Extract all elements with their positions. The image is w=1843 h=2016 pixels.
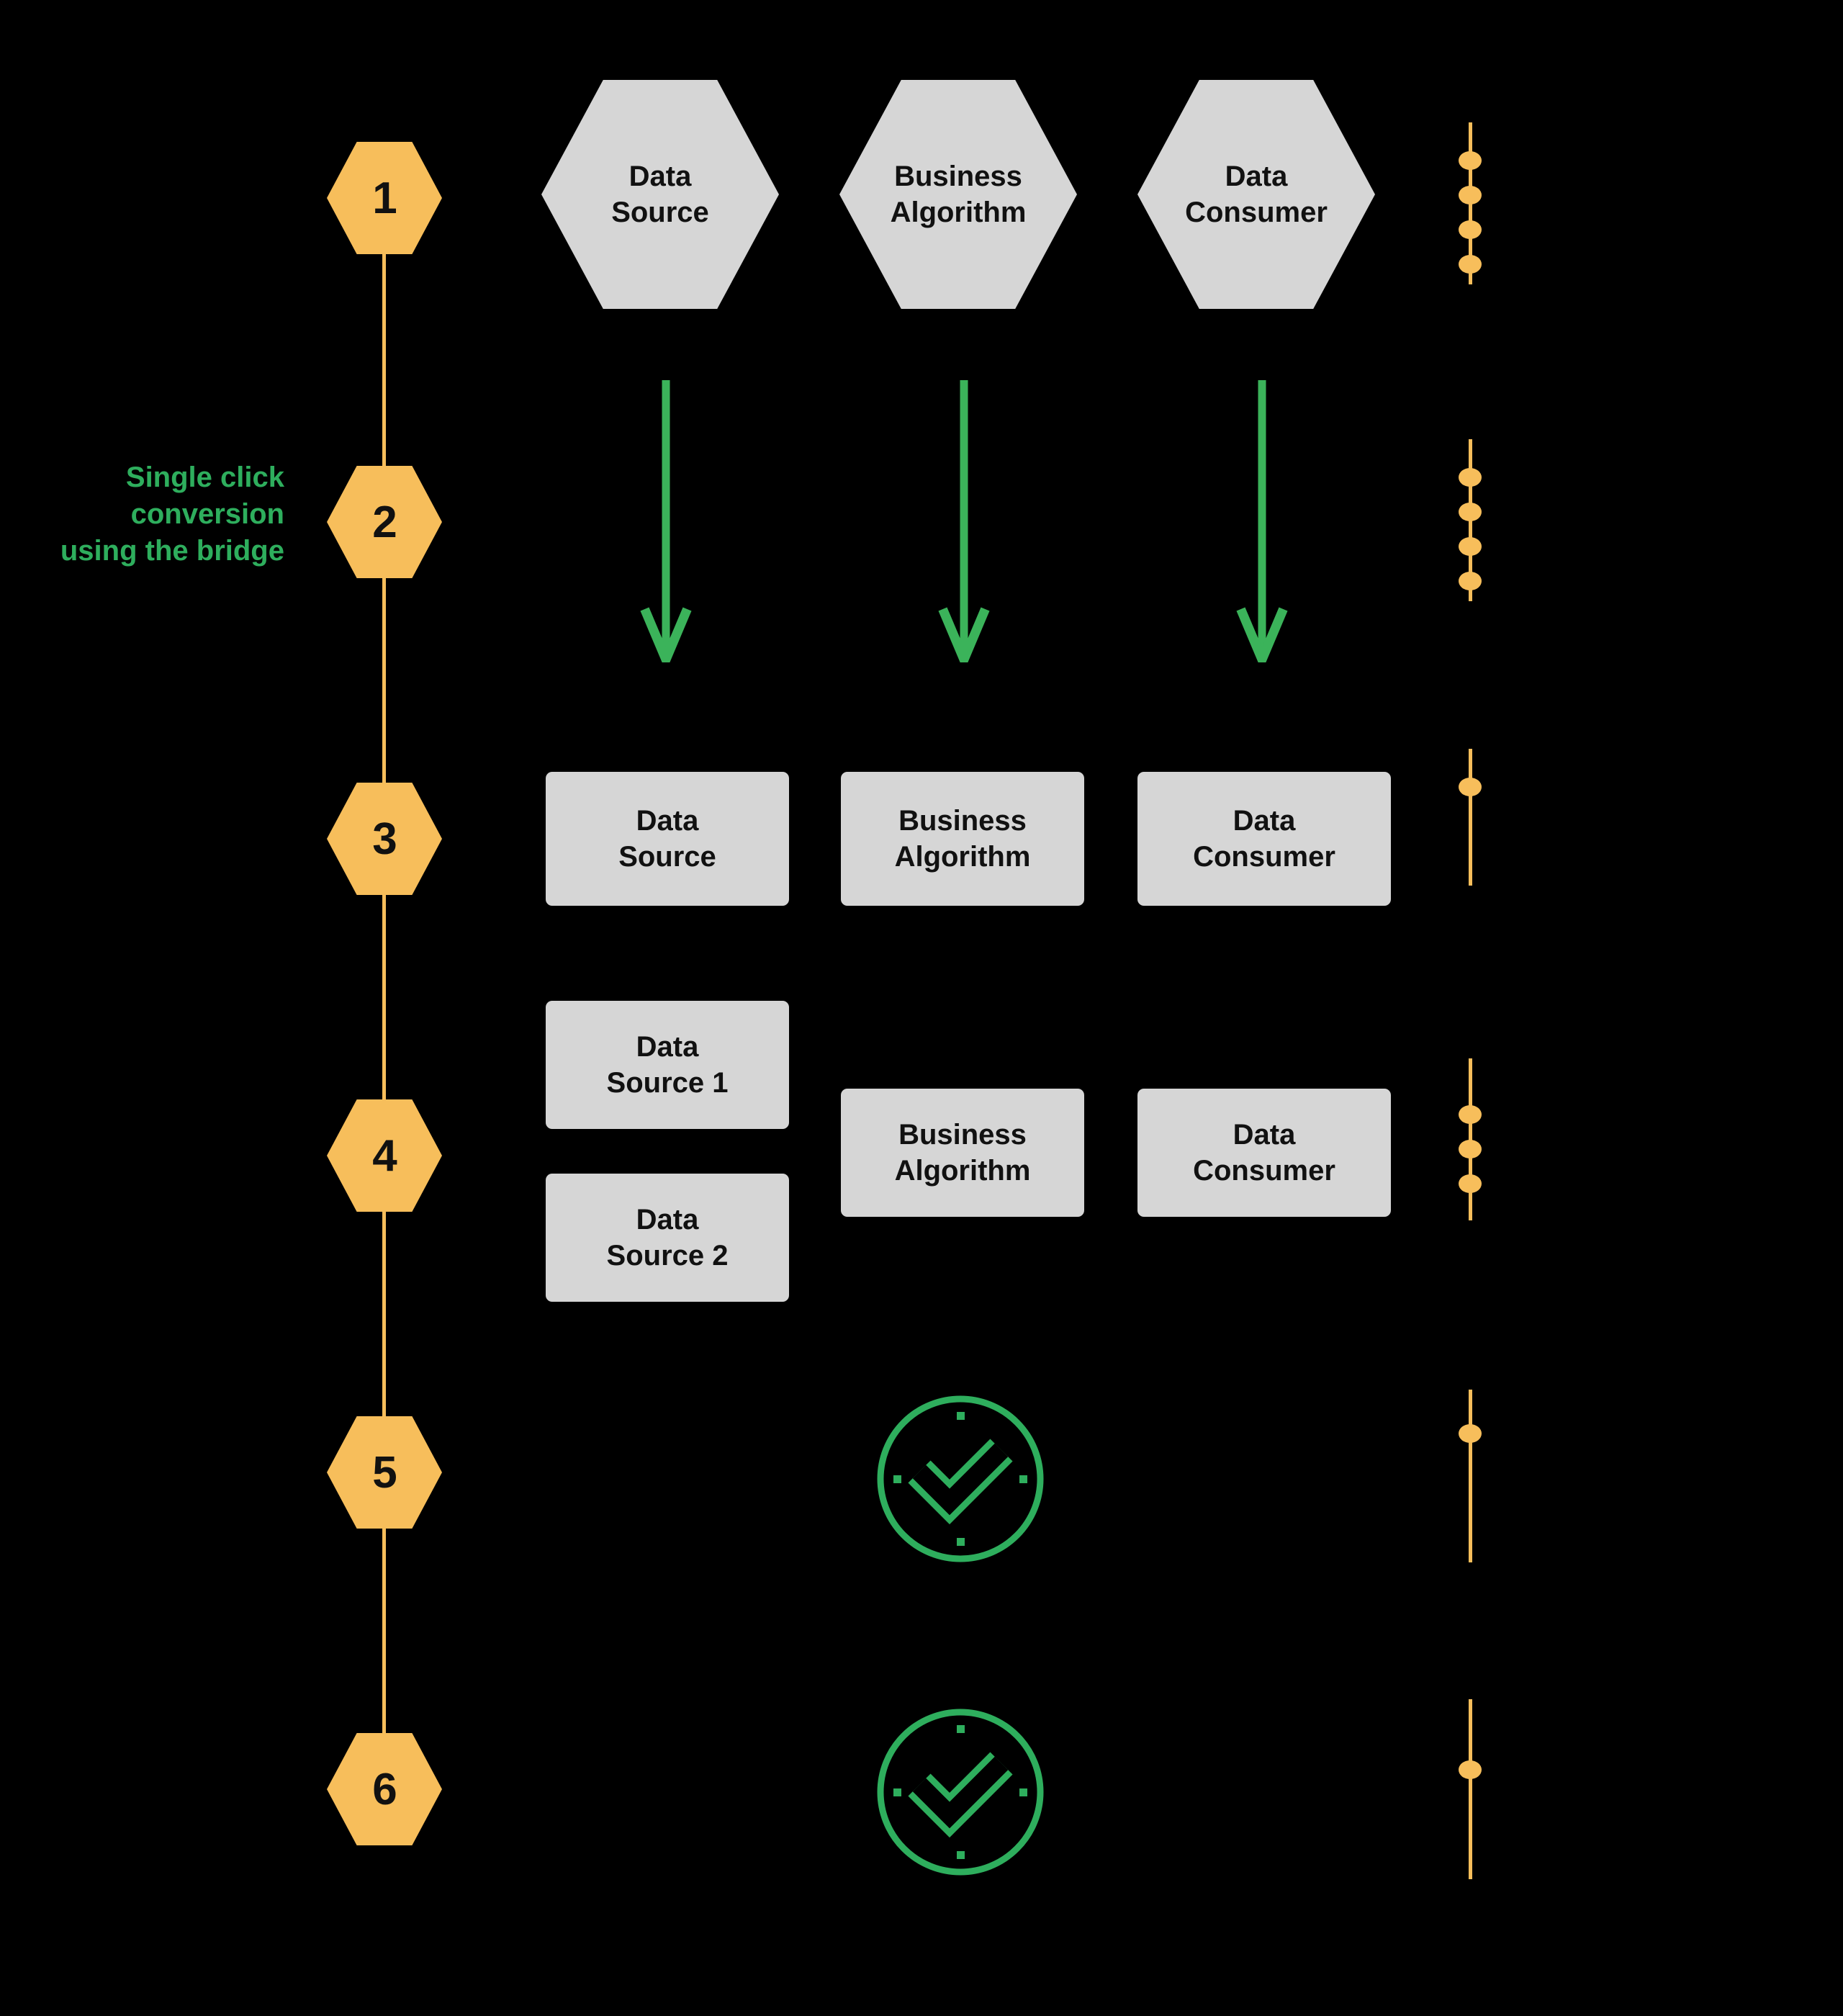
bead-dot-1-4 bbox=[1459, 255, 1482, 274]
step-number-label-5: 5 bbox=[372, 1447, 397, 1498]
row4-box-label-line-2: Source 2 bbox=[606, 1240, 729, 1272]
bead-dot-5-1 bbox=[1459, 1424, 1482, 1443]
bead-dot-2-1 bbox=[1459, 468, 1482, 487]
down-arrow-icon-1 bbox=[637, 380, 695, 672]
caption-line-3: using the bridge bbox=[60, 535, 284, 567]
bead-dot-1-3 bbox=[1459, 220, 1482, 239]
hexagon-node-label-line-2: Consumer bbox=[1185, 197, 1328, 228]
row3-box-2: Business Algorithm bbox=[841, 772, 1084, 906]
step-number-label-1: 1 bbox=[372, 173, 397, 223]
row4-box-label-line-2: Algorithm bbox=[894, 1155, 1031, 1187]
down-arrow-icon-2 bbox=[935, 380, 993, 672]
timeline-connector-line bbox=[382, 216, 386, 1836]
row4-box-label-line-1: Data bbox=[636, 1030, 699, 1063]
bead-segment-line-3 bbox=[1469, 749, 1472, 886]
step-number-label-2: 2 bbox=[372, 497, 397, 547]
row4-box-label-line-2: Source 1 bbox=[606, 1067, 729, 1099]
bead-dot-2-3 bbox=[1459, 537, 1482, 556]
hexagon-node-label-line-1: Data bbox=[1225, 160, 1288, 192]
caption-line-1: Single click bbox=[125, 462, 284, 493]
step-number-label-4: 4 bbox=[372, 1130, 397, 1181]
hexagon-node-label-line-1: Business bbox=[894, 160, 1022, 192]
bead-segment-line-5 bbox=[1469, 1390, 1472, 1562]
bridge-caption: Single click conversion using the bridge bbox=[0, 459, 284, 570]
row3-box-label-line-2: Consumer bbox=[1193, 841, 1335, 873]
hexagon-node-label-3: Data Consumer bbox=[1142, 76, 1371, 313]
hexagon-node-label-line-2: Algorithm bbox=[890, 197, 1027, 228]
row4-box-label-line-2: Consumer bbox=[1193, 1155, 1335, 1187]
row3-box-label-line-2: Source bbox=[618, 841, 716, 873]
bead-dot-3-1 bbox=[1459, 778, 1482, 796]
row4-box-3: Business Algorithm bbox=[841, 1089, 1084, 1217]
row3-box-label-line-2: Algorithm bbox=[894, 841, 1031, 873]
hexagon-node-label-line-2: Source bbox=[611, 197, 709, 228]
row3-box-label-line-1: Data bbox=[636, 804, 699, 837]
row4-box-4: Data Consumer bbox=[1137, 1089, 1391, 1217]
row4-box-label-line-1: Business bbox=[898, 1118, 1027, 1151]
row3-box-label-line-1: Business bbox=[898, 804, 1027, 837]
row3-box-1: Data Source bbox=[546, 772, 789, 906]
row3-box-3: Data Consumer bbox=[1137, 772, 1391, 906]
hexagon-node-label-1: Data Source bbox=[546, 76, 775, 313]
bead-dot-6-1 bbox=[1459, 1760, 1482, 1779]
hexagon-node-label-line-1: Data bbox=[628, 160, 692, 192]
row4-box-label-line-1: Data bbox=[636, 1203, 699, 1236]
check-circle-icon-1 bbox=[875, 1393, 1046, 1565]
step-number-label-6: 6 bbox=[372, 1764, 397, 1814]
row4-box-2: Data Source 2 bbox=[546, 1174, 789, 1302]
row4-box-label-line-1: Data bbox=[1233, 1118, 1296, 1151]
check-circle-icon-2 bbox=[875, 1706, 1046, 1878]
bead-dot-4-1 bbox=[1459, 1105, 1482, 1124]
bead-dot-4-3 bbox=[1459, 1174, 1482, 1193]
caption-line-2: conversion bbox=[130, 498, 284, 531]
bead-dot-4-2 bbox=[1459, 1140, 1482, 1158]
step-number-label-3: 3 bbox=[372, 814, 397, 864]
bead-dot-2-4 bbox=[1459, 572, 1482, 590]
bead-segment-line-6 bbox=[1469, 1699, 1472, 1879]
bead-dot-1-2 bbox=[1459, 186, 1482, 204]
bead-dot-1-1 bbox=[1459, 151, 1482, 170]
diagram-canvas: 1 2 3 4 5 6 Single click conversion using the… bbox=[0, 0, 1843, 2016]
row4-box-1: Data Source 1 bbox=[546, 1001, 789, 1129]
hexagon-node-label-2: Business Algorithm bbox=[844, 76, 1073, 313]
bead-dot-2-2 bbox=[1459, 503, 1482, 521]
row3-box-label-line-1: Data bbox=[1233, 804, 1296, 837]
down-arrow-icon-3 bbox=[1233, 380, 1291, 672]
